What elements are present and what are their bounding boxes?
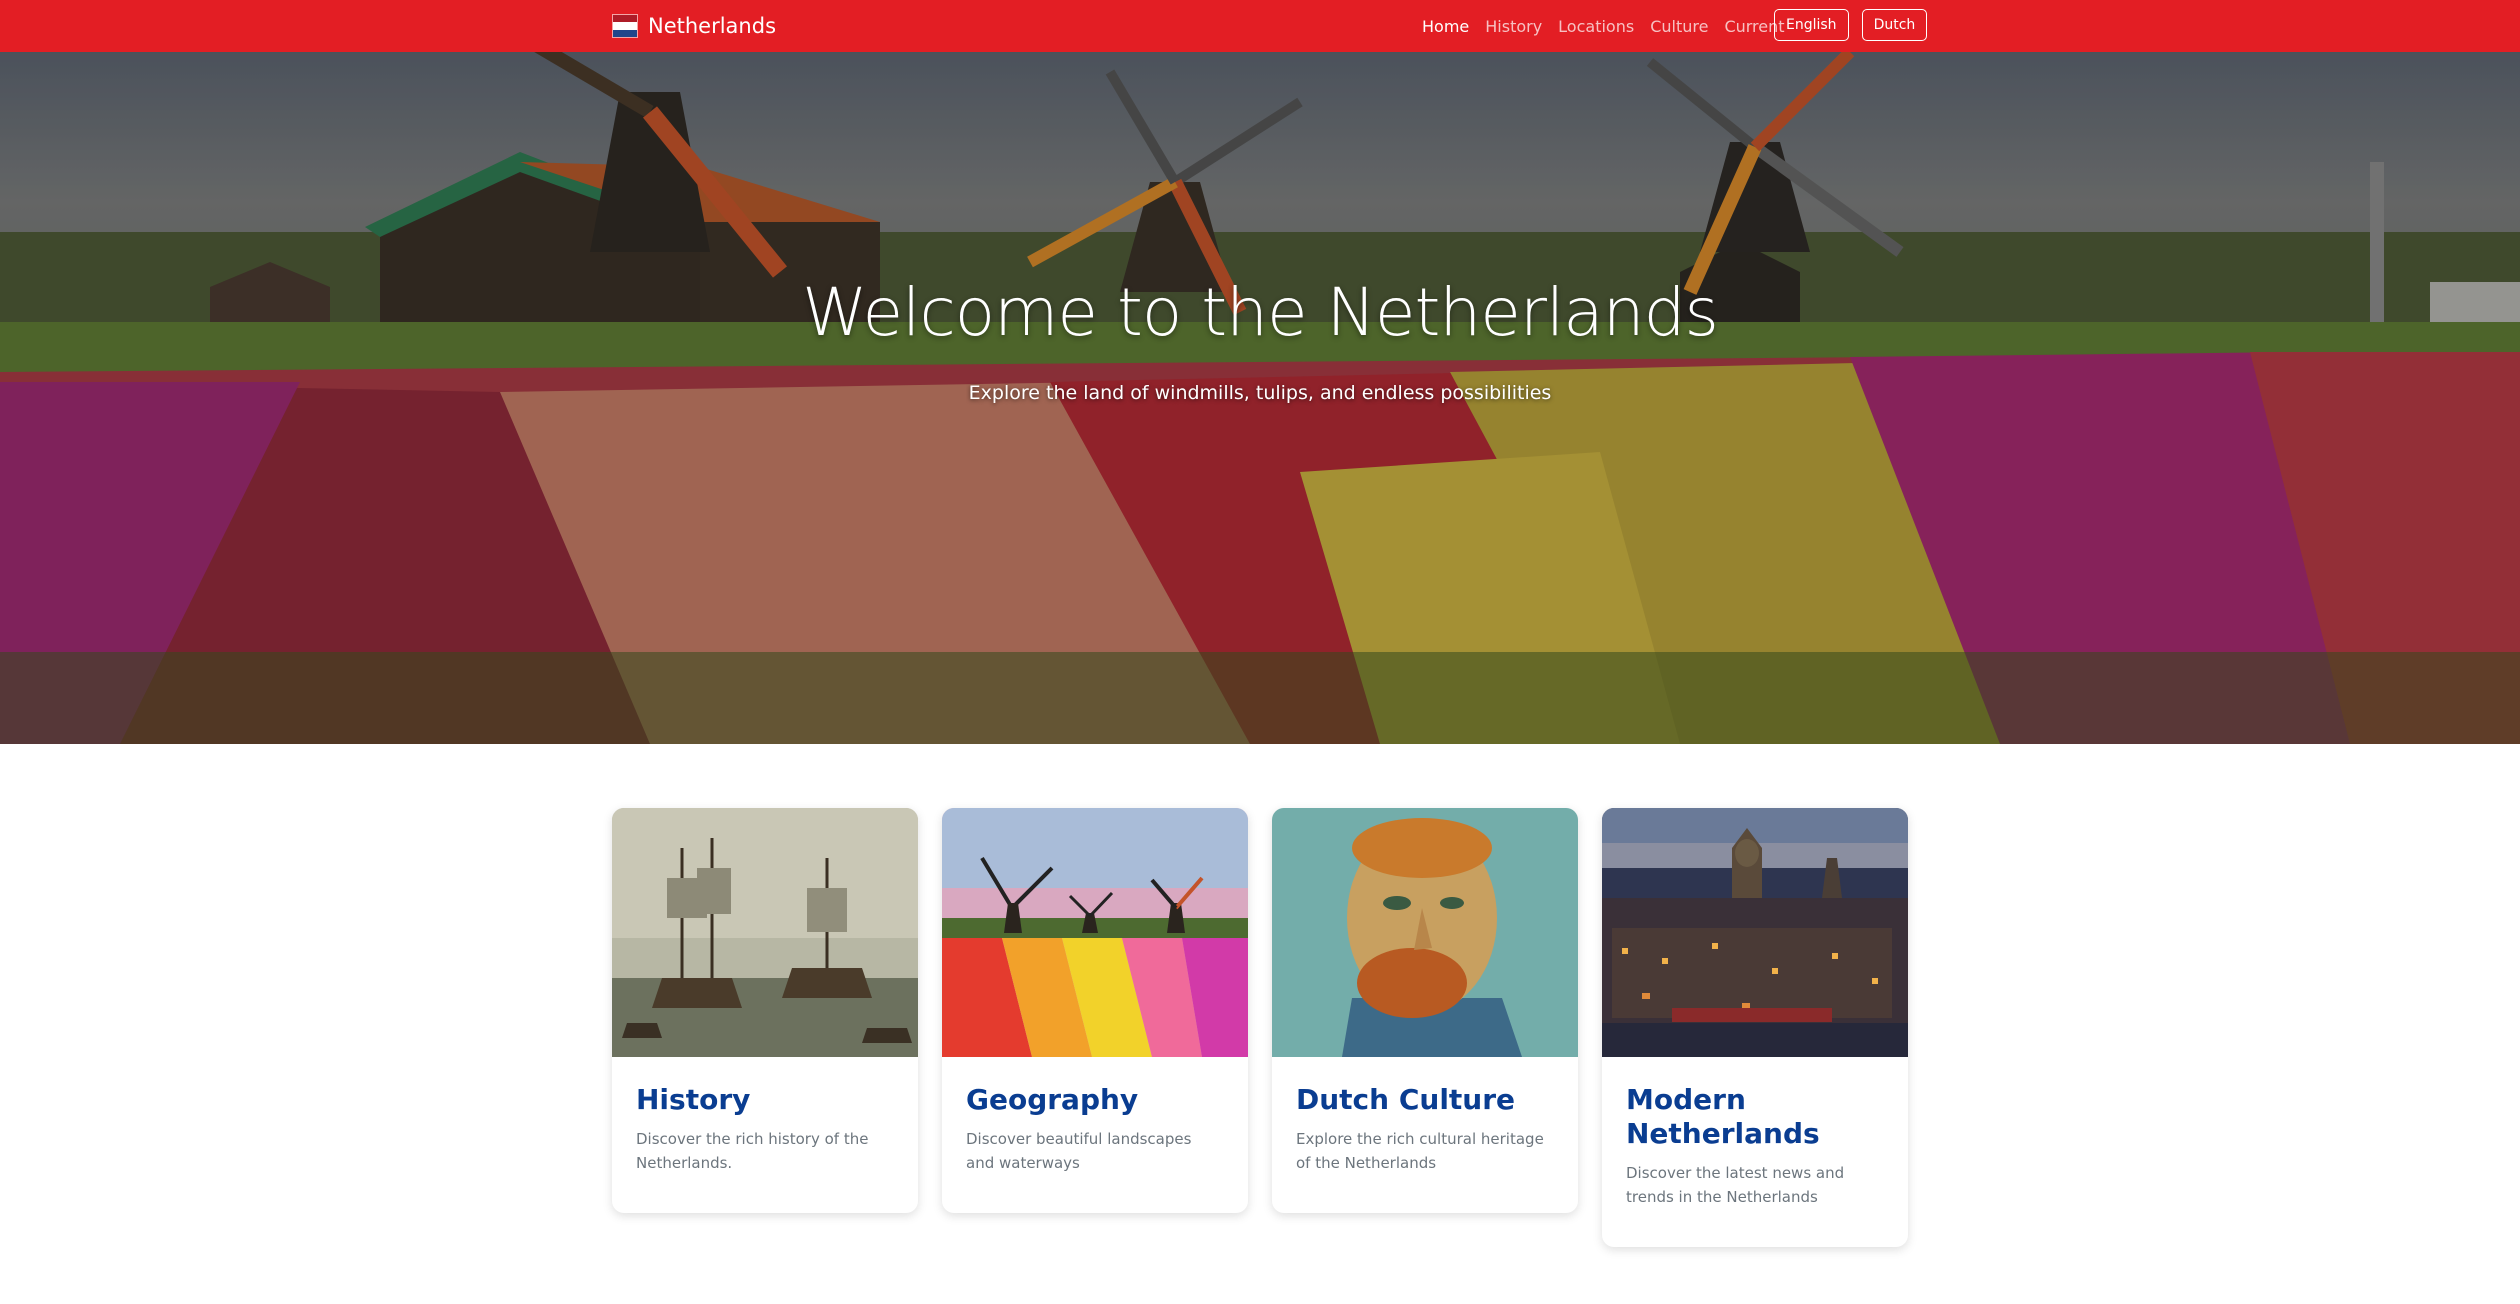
van-gogh-self-portrait-image — [1272, 808, 1578, 1057]
feature-cards: History Discover the rich history of the… — [612, 808, 1908, 1247]
card-body: Geography Discover beautiful landscapes … — [942, 1057, 1248, 1213]
card-title: Geography — [966, 1083, 1139, 1116]
card-dutch-culture[interactable]: Dutch Culture Explore the rich cultural … — [1272, 808, 1578, 1213]
card-body: Dutch Culture Explore the rich cultural … — [1272, 1057, 1578, 1213]
dutch-button[interactable]: Dutch — [1861, 9, 1928, 41]
nav-link-home[interactable]: Home — [1422, 17, 1469, 36]
card-body: History Discover the rich history of the… — [612, 1057, 918, 1213]
nav-link-history[interactable]: History — [1485, 17, 1542, 36]
card-history[interactable]: History Discover the rich history of the… — [612, 808, 918, 1213]
windmills-tulip-field-image — [942, 808, 1248, 1057]
card-modern-netherlands[interactable]: Modern Netherlands Discover the latest n… — [1602, 808, 1908, 1247]
card-text: Discover the latest news and trends in t… — [1626, 1164, 1845, 1206]
hero-subtitle: Explore the land of windmills, tulips, a… — [968, 382, 1552, 404]
sailing-ships-painting-image — [612, 808, 918, 1057]
navbar: Netherlands Home History Locations Cultu… — [0, 0, 2520, 52]
card-title: Modern Netherlands — [1626, 1083, 1820, 1150]
nav-links: Home History Locations Culture Current — [1422, 14, 1785, 38]
english-button[interactable]: English — [1774, 9, 1849, 41]
card-title: History — [636, 1083, 751, 1116]
amsterdam-night-cityscape-image — [1602, 808, 1908, 1057]
card-geography[interactable]: Geography Discover beautiful landscapes … — [942, 808, 1248, 1213]
brand-link[interactable]: Netherlands — [612, 12, 776, 40]
card-body: Modern Netherlands Discover the latest n… — [1602, 1057, 1908, 1247]
hero-title: Welcome to the Netherlands — [802, 274, 1719, 351]
nav-link-culture[interactable]: Culture — [1650, 17, 1708, 36]
hero-banner: Welcome to the Netherlands Explore the l… — [0, 52, 2520, 744]
card-text: Discover the rich history of the Netherl… — [636, 1130, 869, 1172]
brand-name: Netherlands — [648, 14, 777, 38]
nav-link-locations[interactable]: Locations — [1558, 17, 1634, 36]
card-text: Explore the rich cultural heritage of th… — [1296, 1130, 1544, 1172]
netherlands-flag-icon — [612, 14, 638, 38]
card-text: Discover beautiful landscapes and waterw… — [966, 1130, 1192, 1172]
card-title: Dutch Culture — [1296, 1083, 1516, 1116]
language-switcher: English Dutch — [1774, 9, 1928, 41]
